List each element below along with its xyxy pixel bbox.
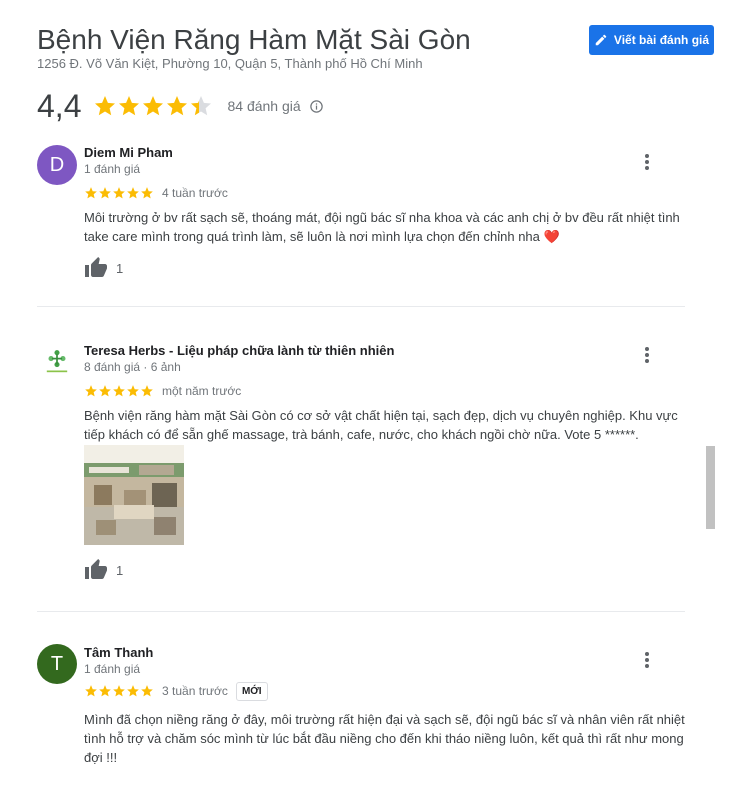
review-count[interactable]: 84 đánh giá: [227, 98, 300, 114]
reviews-list: D Diem Mi Pham 1 đánh giá 4 tuần trước M…: [37, 140, 685, 792]
star-icon: [141, 187, 153, 199]
like-count: 1: [116, 260, 124, 276]
star-icon: [95, 96, 116, 116]
write-review-label: Viết bài đánh giá: [613, 33, 710, 47]
thumbs-up-icon: [85, 559, 107, 579]
star-icon: [113, 385, 125, 397]
star-icon: [127, 385, 139, 397]
review-time: một năm trước: [162, 384, 242, 398]
review-author[interactable]: Teresa Herbs - Liệu pháp chữa lành từ th…: [84, 343, 394, 358]
write-review-button[interactable]: Viết bài đánh giá: [589, 25, 714, 55]
review-author-meta: 1 đánh giá: [84, 662, 141, 676]
review-author-meta: 1 đánh giá: [84, 162, 141, 176]
review-text: Mình đã chọn niềng răng ở đây, môi trườn…: [84, 712, 685, 765]
review-rating-row: 3 tuần trước MỚI: [84, 681, 268, 701]
average-rating: 4,4: [37, 87, 82, 124]
star-icon: [113, 685, 125, 697]
star-icon: [141, 685, 153, 697]
scrollbar-thumb[interactable]: [706, 446, 715, 529]
star-icon: [143, 96, 164, 116]
info-icon[interactable]: [309, 99, 324, 114]
star-icon: [85, 685, 97, 697]
star-icon: [191, 96, 212, 116]
avatar-letter: D: [49, 153, 65, 176]
star-icon: [99, 187, 111, 199]
review-author[interactable]: Diem Mi Pham: [84, 145, 173, 160]
more-options-icon[interactable]: [637, 345, 657, 365]
star-icon: [167, 96, 188, 116]
clinic-lobby-photo: [84, 445, 184, 545]
like-count: 1: [116, 562, 124, 578]
star-icon: [113, 187, 125, 199]
like-button[interactable]: 1: [84, 558, 123, 582]
review-photo[interactable]: [84, 445, 184, 545]
herb-logo-icon: [46, 350, 68, 373]
rating-summary: 4,4 84 đánh giá: [37, 86, 324, 126]
more-options-icon[interactable]: [637, 650, 657, 670]
review-rating-row: 4 tuần trước: [84, 185, 228, 201]
review-time: 3 tuần trước: [162, 684, 228, 698]
avatar[interactable]: [37, 342, 77, 382]
place-header: Bệnh Viện Răng Hàm Mặt Sài Gòn 1256 Đ. V…: [37, 22, 727, 76]
review-author-meta: 8 đánh giá · 6 ảnh: [84, 360, 181, 374]
review-author[interactable]: Tâm Thanh: [84, 645, 153, 660]
star-icon: [127, 685, 139, 697]
like-button[interactable]: 1: [84, 256, 123, 280]
star-icon: [99, 385, 111, 397]
more-options-icon[interactable]: [637, 152, 657, 172]
star-icon: [85, 385, 97, 397]
review-time: 4 tuần trước: [162, 186, 228, 200]
thumbs-up-icon: [85, 257, 107, 277]
review-text: Môi trường ở bv rất sạch sẽ, thoáng mát,…: [84, 210, 680, 244]
star-icon: [99, 685, 111, 697]
place-title: Bệnh Viện Răng Hàm Mặt Sài Gòn: [37, 24, 471, 55]
review-text: Bệnh viện răng hàm mặt Sài Gòn có cơ sở …: [84, 408, 678, 442]
place-address: 1256 Đ. Võ Văn Kiệt, Phường 10, Quận 5, …: [37, 56, 423, 71]
avatar[interactable]: D: [37, 145, 77, 185]
avatar-letter: T: [50, 652, 64, 675]
review-stars: [84, 684, 154, 698]
review-rating-row: một năm trước: [84, 383, 241, 399]
review-stars: [84, 384, 154, 398]
star-icon: [85, 187, 97, 199]
average-stars: [93, 94, 213, 118]
star-icon: [141, 385, 153, 397]
star-icon: [119, 96, 140, 116]
avatar[interactable]: T: [37, 644, 77, 684]
review-stars: [84, 186, 154, 200]
review-item: T Tâm Thanh 1 đánh giá 3 tuần trước MỚI …: [37, 612, 685, 792]
review-item: D Diem Mi Pham 1 đánh giá 4 tuần trước M…: [37, 140, 685, 307]
review-item: Teresa Herbs - Liệu pháp chữa lành từ th…: [37, 307, 685, 612]
new-badge: MỚI: [235, 681, 268, 701]
pencil-icon: [595, 34, 607, 46]
star-icon: [127, 187, 139, 199]
